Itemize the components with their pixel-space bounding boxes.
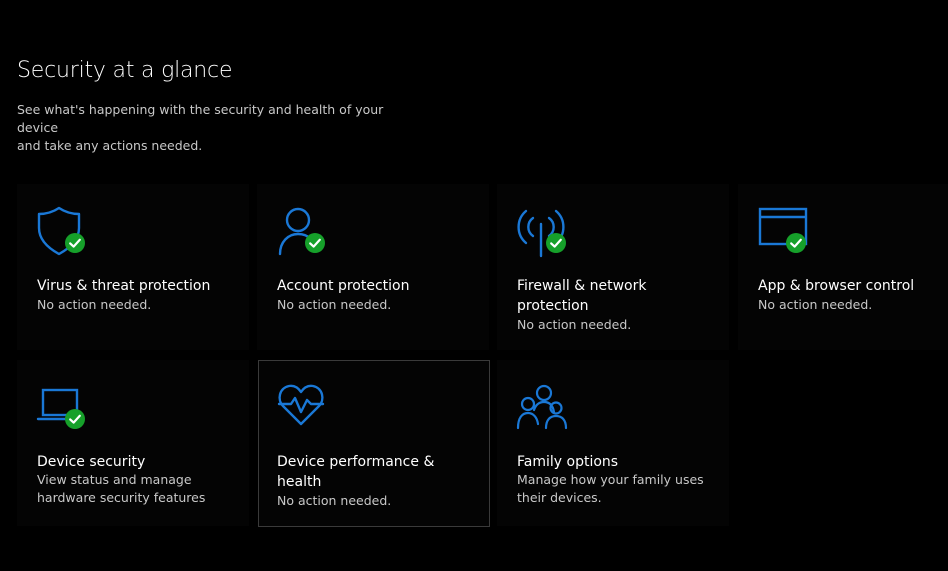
tile-title-line-1: Account protection: [277, 278, 410, 294]
check-badge-icon: [546, 233, 566, 253]
tile-status-line-1: View status and manage: [37, 472, 192, 487]
tile-status: View status and manage hardware security…: [37, 471, 237, 507]
tile-title-line-1: Virus & threat protection: [37, 278, 211, 294]
tile-title: Device performance & health: [277, 452, 477, 492]
tile-icon-area: [36, 382, 92, 434]
tile-icon-area: [277, 382, 333, 434]
heart-pulse-icon: [277, 384, 325, 426]
tile-icon-area: [516, 382, 572, 434]
family-icon: [516, 384, 568, 430]
tile-status-line-1: Manage how your family uses: [517, 472, 704, 487]
page-title: Security at a glance: [17, 58, 233, 83]
tile-status: Manage how your family uses their device…: [517, 471, 717, 507]
tile-title-line-1: Device security: [37, 454, 146, 470]
tile-title-line-1: App & browser control: [758, 278, 915, 294]
security-at-a-glance-page: Security at a glance See what's happenin…: [0, 0, 948, 571]
tile-icon-area: [516, 206, 572, 258]
tile-title: Account protection: [277, 276, 477, 296]
tile-title-line-1: Device performance &: [277, 454, 435, 470]
tile-title: Device security: [37, 452, 237, 472]
tile-title-line-2: protection: [517, 298, 589, 314]
tile-title: Virus & threat protection: [37, 276, 237, 296]
tile-status-line-1: No action needed.: [37, 297, 152, 312]
check-badge-icon: [65, 233, 85, 253]
tile-virus-threat-protection[interactable]: Virus & threat protection No action need…: [17, 184, 249, 350]
tile-title: App & browser control: [758, 276, 948, 296]
page-description: See what's happening with the security a…: [17, 101, 417, 155]
tile-status: No action needed.: [277, 296, 477, 314]
tile-app-browser-control[interactable]: App & browser control No action needed.: [738, 184, 948, 350]
tile-account-protection[interactable]: Account protection No action needed.: [257, 184, 489, 350]
page-description-line-2: and take any actions needed.: [17, 138, 203, 153]
page-description-line-1: See what's happening with the security a…: [17, 102, 384, 135]
tile-icon-area: [36, 206, 92, 258]
tile-title-line-1: Firewall & network: [517, 278, 647, 294]
tile-title: Firewall & network protection: [517, 276, 717, 316]
tile-title-line-2: health: [277, 474, 322, 490]
tile-status: No action needed.: [517, 316, 717, 334]
tile-title-line-1: Family options: [517, 454, 619, 470]
tile-icon-area: [757, 206, 813, 258]
tile-family-options[interactable]: Family options Manage how your family us…: [497, 360, 729, 526]
tile-status: No action needed.: [758, 296, 948, 314]
tile-device-security[interactable]: Device security View status and manage h…: [17, 360, 249, 526]
tile-title: Family options: [517, 452, 717, 472]
tile-status-line-1: No action needed.: [517, 317, 632, 332]
check-badge-icon: [305, 233, 325, 253]
tile-device-performance-health[interactable]: Device performance & health No action ne…: [258, 360, 490, 527]
tile-status: No action needed.: [277, 492, 477, 510]
tile-status-line-1: No action needed.: [758, 297, 873, 312]
check-badge-icon: [786, 233, 806, 253]
tile-status-line-1: No action needed.: [277, 297, 392, 312]
tile-firewall-network-protection[interactable]: Firewall & network protection No action …: [497, 184, 729, 350]
check-badge-icon: [65, 409, 85, 429]
tile-status-line-2: their devices.: [517, 490, 602, 505]
tile-status-line-1: No action needed.: [277, 493, 392, 508]
tile-status-line-2: hardware security features: [37, 490, 206, 505]
tile-status: No action needed.: [37, 296, 237, 314]
tile-icon-area: [276, 206, 332, 258]
